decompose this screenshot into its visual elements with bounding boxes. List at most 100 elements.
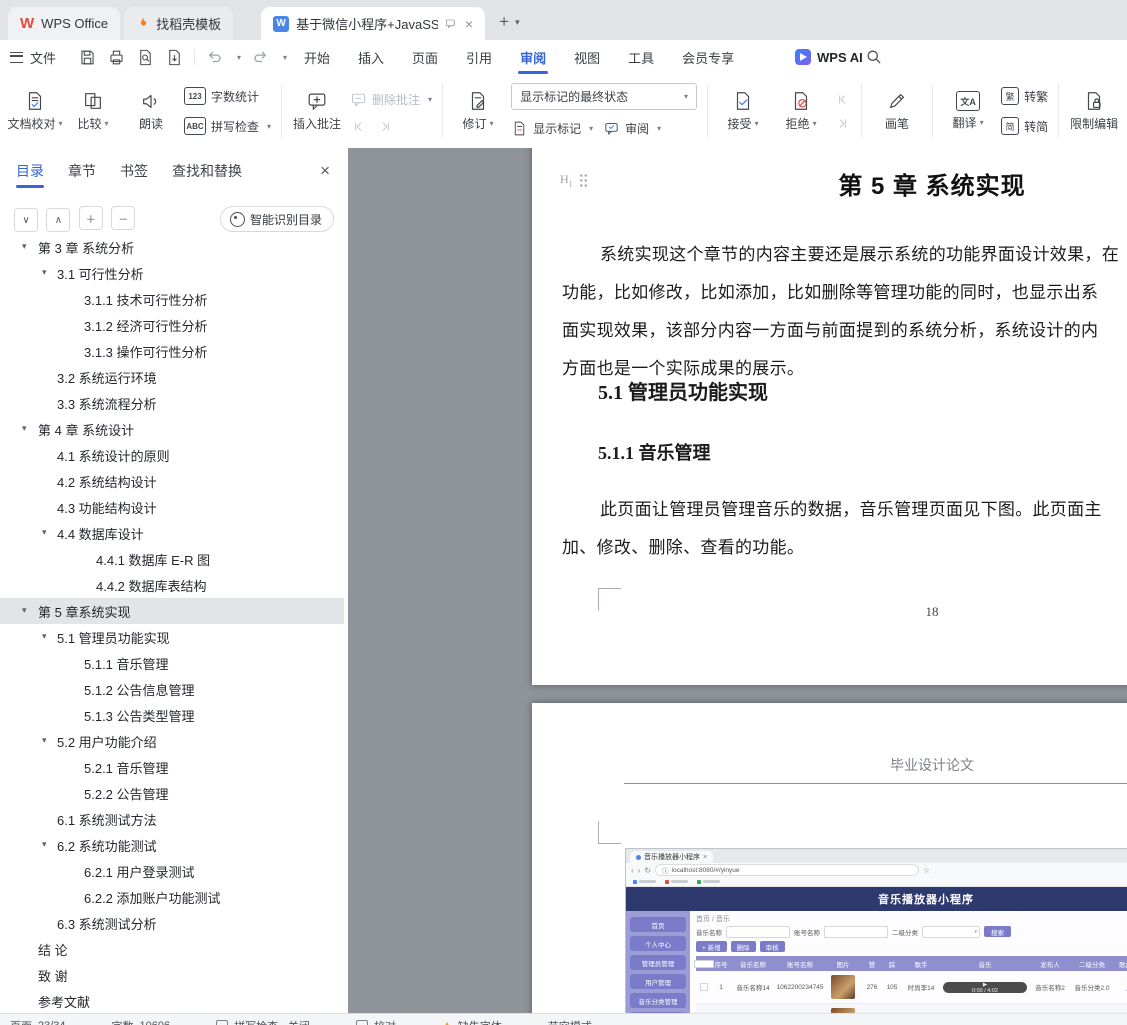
word-count-indicator[interactable]: 字数 10606 [112,1018,171,1025]
save-icon[interactable] [78,48,97,67]
page-indicator[interactable]: 页面 23/34 [10,1018,66,1025]
tab-insert[interactable]: 插入 [344,40,398,74]
tab-find-replace[interactable]: 查找和替换 [172,157,242,185]
spell-check-button[interactable]: ABC 拼写检查 ▾ [184,115,271,138]
tab-chapters[interactable]: 章节 [68,157,96,185]
toc-expand-icon[interactable]: ▾ [22,605,27,616]
toc-expand-icon[interactable]: ▾ [22,423,27,434]
word-count-button[interactable]: 123 字数统计 [184,85,271,108]
toc-item[interactable]: ▾ 结 论 [0,936,344,962]
doc-proofread-button[interactable]: 文档校对 ▾ [6,79,64,143]
delete-comment-button[interactable]: 删除批注 ▾ [350,88,432,111]
toc-item[interactable]: ▾ 4.3 功能结构设计 [0,494,344,520]
toc-item[interactable]: ▾ 参考文献 [0,988,344,1013]
toc-item[interactable]: ▾ 5.1.2 公告信息管理 [0,676,344,702]
toc-item[interactable]: ▾ 第 4 章 系统设计 [0,416,344,442]
toc-expand-icon[interactable]: ▾ [42,527,47,538]
new-tab-button[interactable]: + [499,12,509,32]
toc-item[interactable]: ▾ 3.1 可行性分析 [0,260,344,286]
tab-docer-templates[interactable]: 找稻壳模板 [124,7,234,40]
tab-current-document[interactable]: W 基于微信小程序+JavaSSM+M × [261,7,486,40]
toc-item[interactable]: ▾ 6.1 系统测试方法 [0,806,344,832]
file-menu-button[interactable]: 文件 [10,40,56,74]
show-markup-button[interactable]: 显示标记 ▾ [511,117,593,140]
tab-wps-office[interactable]: W WPS Office [8,7,121,40]
toc-item[interactable]: ▾ 6.2.2 添加账户功能测试 [0,884,344,910]
toc-item[interactable]: ▾ 6.3 系统测试分析 [0,910,344,936]
close-pane-icon[interactable]: × [320,161,330,181]
document-canvas[interactable]: H1 第 5 章 系统实现 系统实现这个章节的内容主要还是展示系统的功能界面设计… [348,148,1127,1013]
read-aloud-button[interactable]: 朗读 [122,79,180,143]
previous-comment-icon[interactable] [350,118,367,135]
export-pdf-icon[interactable] [165,48,184,67]
search-icon[interactable] [864,47,884,67]
toc-item[interactable]: ▾ 4.4.2 数据库表结构 [0,572,344,598]
undo-chevron-icon[interactable]: ▾ [237,53,241,62]
toc-item[interactable]: ▾ 6.2.1 用户登录测试 [0,858,344,884]
spellcheck-status[interactable]: 拼写检查 - 关闭 [216,1018,310,1025]
missing-font-warning[interactable]: 缺失字体 [441,1018,502,1025]
insert-comment-button[interactable]: 插入批注 [288,79,346,143]
mode-indicator[interactable]: 节空模式 [548,1018,592,1025]
redo-chevron-icon[interactable]: ▾ [283,53,287,62]
toc-expand-icon[interactable]: ▾ [42,839,47,850]
tab-member[interactable]: 会员专享 [668,40,748,74]
tab-view[interactable]: 视图 [560,40,614,74]
encrypt-doc-button[interactable]: 文档加密 [1123,79,1127,143]
redo-icon[interactable] [251,48,270,67]
track-changes-button[interactable]: 修订 ▾ [449,79,507,143]
accept-button[interactable]: 接受 ▾ [714,79,772,143]
document-page-2[interactable]: 毕业设计论文 音乐播放器小程序 × ‹ › ↻ ⓘ localhost:8080… [532,703,1127,1013]
toc-item[interactable]: ▾ 4.4 数据库设计 [0,520,344,546]
toc-item[interactable]: ▾ 4.1 系统设计的原则 [0,442,344,468]
close-tab-icon[interactable]: × [465,16,473,32]
smart-toc-button[interactable]: 智能识别目录 [219,206,334,232]
markup-state-select[interactable]: 显示标记的最终状态 ▾ [511,82,698,110]
translate-button[interactable]: 文A 翻译 ▾ [939,79,997,143]
toc-item[interactable]: ▾ 5.2.2 公告管理 [0,780,344,806]
toc-expand-icon[interactable]: ▾ [42,631,47,642]
compare-button[interactable]: 比较 ▾ [64,79,122,143]
toc-item[interactable]: ▾ 第 5 章系统实现 [0,598,344,624]
toc-expand-icon[interactable]: ▾ [42,735,47,746]
to-simplified-button[interactable]: 简 转简 [1001,115,1048,138]
review-pane-button[interactable]: 审阅 ▾ [603,117,661,140]
toc-item[interactable]: ▾ 6.2 系统功能测试 [0,832,344,858]
zoom-out-button[interactable]: － [111,206,136,230]
toc-item[interactable]: ▾ 4.4.1 数据库 E-R 图 [0,546,344,572]
zoom-in-button[interactable]: ＋ [78,206,103,230]
reject-button[interactable]: 拒绝 ▾ [772,79,830,143]
toc-item[interactable]: ▾ 3.1.3 操作可行性分析 [0,338,344,364]
document-page-1[interactable]: H1 第 5 章 系统实现 系统实现这个章节的内容主要还是展示系统的功能界面设计… [532,148,1127,685]
proofread-status[interactable]: 校对 [355,1018,396,1025]
collapse-all-button[interactable]: ∧ [46,208,71,232]
expand-all-button[interactable]: ∨ [14,208,38,232]
print-icon[interactable] [107,48,126,67]
toc-item[interactable]: ▾ 5.2 用户功能介绍 [0,728,344,754]
print-preview-icon[interactable] [136,48,155,67]
toc-item[interactable]: ▾ 5.1.1 音乐管理 [0,650,344,676]
tab-list-chevron-icon[interactable]: ▾ [515,17,520,28]
restrict-edit-button[interactable]: 限制编辑 [1065,79,1123,143]
toc-item[interactable]: ▾ 4.2 系统结构设计 [0,468,344,494]
wps-ai-button[interactable]: WPS AI [795,40,863,74]
previous-change-icon[interactable] [834,91,851,108]
tab-page[interactable]: 页面 [398,40,452,74]
next-comment-icon[interactable] [377,118,394,135]
toc-item[interactable]: ▾ 3.2 系统运行环境 [0,364,344,390]
toc-item[interactable]: ▾ 第 3 章 系统分析 [0,234,344,260]
ink-pen-button[interactable]: 画笔 [868,79,926,143]
undo-icon[interactable] [205,48,224,67]
toc-item[interactable]: ▾ 致 谢 [0,962,344,988]
toc-item[interactable]: ▾ 3.1.2 经济可行性分析 [0,312,344,338]
toc-item[interactable]: ▾ 3.3 系统流程分析 [0,390,344,416]
next-change-icon[interactable] [834,115,851,132]
toc-item[interactable]: ▾ 5.1 管理员功能实现 [0,624,344,650]
tab-bookmarks[interactable]: 书签 [120,157,148,185]
tab-tools[interactable]: 工具 [614,40,668,74]
toc-item[interactable]: ▾ 3.1.1 技术可行性分析 [0,286,344,312]
toc-expand-icon[interactable]: ▾ [22,241,27,252]
toc-item[interactable]: ▾ 5.2.1 音乐管理 [0,754,344,780]
toc-expand-icon[interactable]: ▾ [42,267,47,278]
tab-reference[interactable]: 引用 [452,40,506,74]
